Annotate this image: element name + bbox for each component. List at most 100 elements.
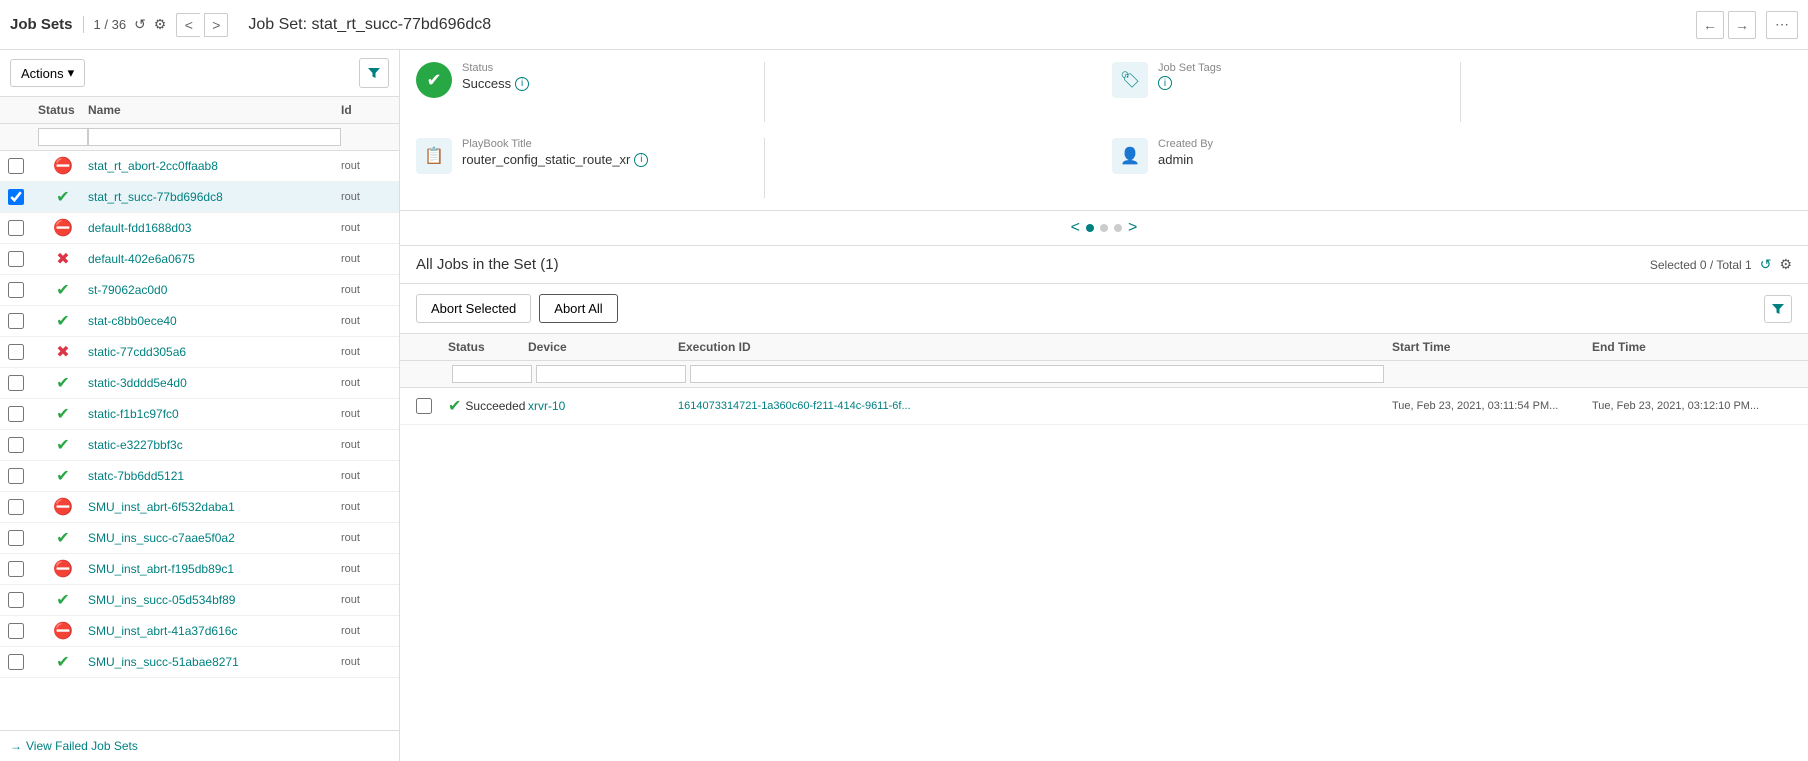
table-row[interactable]: ✖ default-402e6a0675 rout — [0, 244, 399, 275]
row-checkbox[interactable] — [8, 437, 24, 453]
jobs-execution-id-filter[interactable] — [690, 365, 1384, 383]
status-column-header: Status — [38, 103, 88, 117]
job-set-name[interactable]: default-fdd1688d03 — [88, 221, 341, 235]
job-set-name[interactable]: stat_rt_abort-2cc0ffaab8 — [88, 159, 341, 173]
prev-nav-button[interactable]: < — [176, 13, 200, 37]
job-set-name[interactable]: SMU_ins_succ-c7aae5f0a2 — [88, 531, 341, 545]
success-status-icon: ✔ — [56, 528, 69, 548]
job-row[interactable]: ✔ Succeeded xrvr-10 1614073314721-1a360c… — [400, 388, 1808, 425]
abort-status-icon: ⛔ — [53, 218, 73, 238]
job-set-id: rout — [341, 656, 391, 668]
row-checkbox[interactable] — [8, 499, 24, 515]
row-checkbox[interactable] — [8, 251, 24, 267]
view-failed-link[interactable]: → View Failed Job Sets — [0, 730, 399, 761]
job-set-name[interactable]: stat_rt_succ-77bd696dc8 — [88, 190, 341, 204]
settings-icon[interactable]: ⚙ — [154, 16, 167, 33]
row-checkbox[interactable] — [8, 375, 24, 391]
job-row-checkbox[interactable] — [416, 398, 432, 414]
row-checkbox[interactable] — [8, 530, 24, 546]
job-set-name[interactable]: default-402e6a0675 — [88, 252, 341, 266]
back-button[interactable]: ← — [1696, 11, 1724, 39]
row-checkbox[interactable] — [8, 344, 24, 360]
refresh-icon[interactable]: ↺ — [134, 16, 146, 33]
dots-next-button[interactable]: > — [1128, 219, 1137, 237]
dot-3[interactable] — [1114, 224, 1122, 232]
jobs-device-filter[interactable] — [536, 365, 686, 383]
tags-info-icon[interactable]: i — [1158, 76, 1172, 90]
row-checkbox[interactable] — [8, 592, 24, 608]
jobs-refresh-button[interactable]: ↺ — [1760, 256, 1772, 273]
name-filter-input[interactable] — [88, 128, 341, 146]
job-device[interactable]: xrvr-10 — [528, 399, 678, 413]
status-info-icon[interactable]: i — [515, 77, 529, 91]
table-row[interactable]: ✔ static-e3227bbf3c rout — [0, 430, 399, 461]
error-status-icon: ✖ — [56, 342, 69, 362]
job-set-name[interactable]: st-79062ac0d0 — [88, 283, 341, 297]
row-checkbox[interactable] — [8, 158, 24, 174]
dot-1[interactable] — [1086, 224, 1094, 232]
job-set-name[interactable]: stat-c8bb0ece40 — [88, 314, 341, 328]
table-row[interactable]: ✔ stat-c8bb0ece40 rout — [0, 306, 399, 337]
row-checkbox[interactable] — [8, 220, 24, 236]
left-table-rows: ⛔ stat_rt_abort-2cc0ffaab8 rout ✔ stat_r… — [0, 151, 399, 730]
info-cards: ✔ Status Success i 🏷 Job Set Tags i — [400, 50, 1808, 211]
success-status-icon: ✔ — [56, 590, 69, 610]
dot-2[interactable] — [1100, 224, 1108, 232]
job-set-name[interactable]: SMU_ins_succ-05d534bf89 — [88, 593, 341, 607]
filter-button[interactable] — [359, 58, 389, 88]
job-set-name[interactable]: SMU_ins_succ-51abae8271 — [88, 655, 341, 669]
success-status-icon: ✔ — [56, 435, 69, 455]
job-set-name[interactable]: SMU_inst_abrt-f195db89c1 — [88, 562, 341, 576]
table-row[interactable]: ⛔ stat_rt_abort-2cc0ffaab8 rout — [0, 151, 399, 182]
more-options-button[interactable]: ⋯ — [1766, 11, 1798, 39]
row-checkbox[interactable] — [8, 282, 24, 298]
job-set-id: rout — [341, 563, 391, 575]
row-checkbox[interactable] — [8, 468, 24, 484]
table-row[interactable]: ✔ SMU_ins_succ-51abae8271 rout — [0, 647, 399, 678]
success-status-icon: ✔ — [56, 280, 69, 300]
chevron-down-icon: ▾ — [68, 65, 75, 81]
jobs-buttons: Abort Selected Abort All — [400, 284, 1808, 334]
job-set-name[interactable]: static-f1b1c97fc0 — [88, 407, 341, 421]
playbook-info-icon[interactable]: i — [634, 153, 648, 167]
table-row[interactable]: ✔ stat_rt_succ-77bd696dc8 rout — [0, 182, 399, 213]
table-row[interactable]: ✔ SMU_ins_succ-c7aae5f0a2 rout — [0, 523, 399, 554]
table-row[interactable]: ⛔ default-fdd1688d03 rout — [0, 213, 399, 244]
table-row[interactable]: ✔ static-f1b1c97fc0 rout — [0, 399, 399, 430]
forward-button[interactable]: → — [1728, 11, 1756, 39]
row-checkbox[interactable] — [8, 406, 24, 422]
jobs-filter-button[interactable] — [1764, 295, 1792, 323]
job-set-name[interactable]: SMU_inst_abrt-6f532daba1 — [88, 500, 341, 514]
jobs-start-time-header: Start Time — [1392, 340, 1592, 354]
table-row[interactable]: ✔ statc-7bb6dd5121 rout — [0, 461, 399, 492]
table-row[interactable]: ⛔ SMU_inst_abrt-f195db89c1 rout — [0, 554, 399, 585]
jobs-status-filter[interactable] — [452, 365, 532, 383]
row-checkbox[interactable] — [8, 313, 24, 329]
abort-all-button[interactable]: Abort All — [539, 294, 617, 323]
job-set-name[interactable]: statc-7bb6dd5121 — [88, 469, 341, 483]
table-row[interactable]: ⛔ SMU_inst_abrt-41a37d616c rout — [0, 616, 399, 647]
actions-button[interactable]: Actions ▾ — [10, 59, 85, 87]
jobs-settings-button[interactable]: ⚙ — [1779, 256, 1792, 273]
job-set-name[interactable]: static-3dddd5e4d0 — [88, 376, 341, 390]
job-execution-id[interactable]: 1614073314721-1a360c60-f211-414c-9611-6f… — [678, 400, 1392, 412]
next-nav-button[interactable]: > — [204, 13, 228, 37]
dots-prev-button[interactable]: < — [1071, 219, 1080, 237]
table-row[interactable]: ✔ static-3dddd5e4d0 rout — [0, 368, 399, 399]
table-row[interactable]: ✖ static-77cdd305a6 rout — [0, 337, 399, 368]
table-row[interactable]: ✔ st-79062ac0d0 rout — [0, 275, 399, 306]
table-row[interactable]: ✔ SMU_ins_succ-05d534bf89 rout — [0, 585, 399, 616]
job-end-time: Tue, Feb 23, 2021, 03:12:10 PM... — [1592, 400, 1792, 412]
job-set-name[interactable]: static-e3227bbf3c — [88, 438, 341, 452]
abort-selected-button[interactable]: Abort Selected — [416, 294, 531, 323]
row-checkbox[interactable] — [8, 561, 24, 577]
status-value: Success i — [462, 76, 748, 91]
table-row[interactable]: ⛔ SMU_inst_abrt-6f532daba1 rout — [0, 492, 399, 523]
job-set-name[interactable]: static-77cdd305a6 — [88, 345, 341, 359]
status-filter-input[interactable] — [38, 128, 88, 146]
job-set-name[interactable]: SMU_inst_abrt-41a37d616c — [88, 624, 341, 638]
jobs-status-header: Status — [448, 340, 528, 354]
row-checkbox[interactable] — [8, 654, 24, 670]
row-checkbox[interactable] — [8, 623, 24, 639]
row-checkbox[interactable] — [8, 189, 24, 205]
